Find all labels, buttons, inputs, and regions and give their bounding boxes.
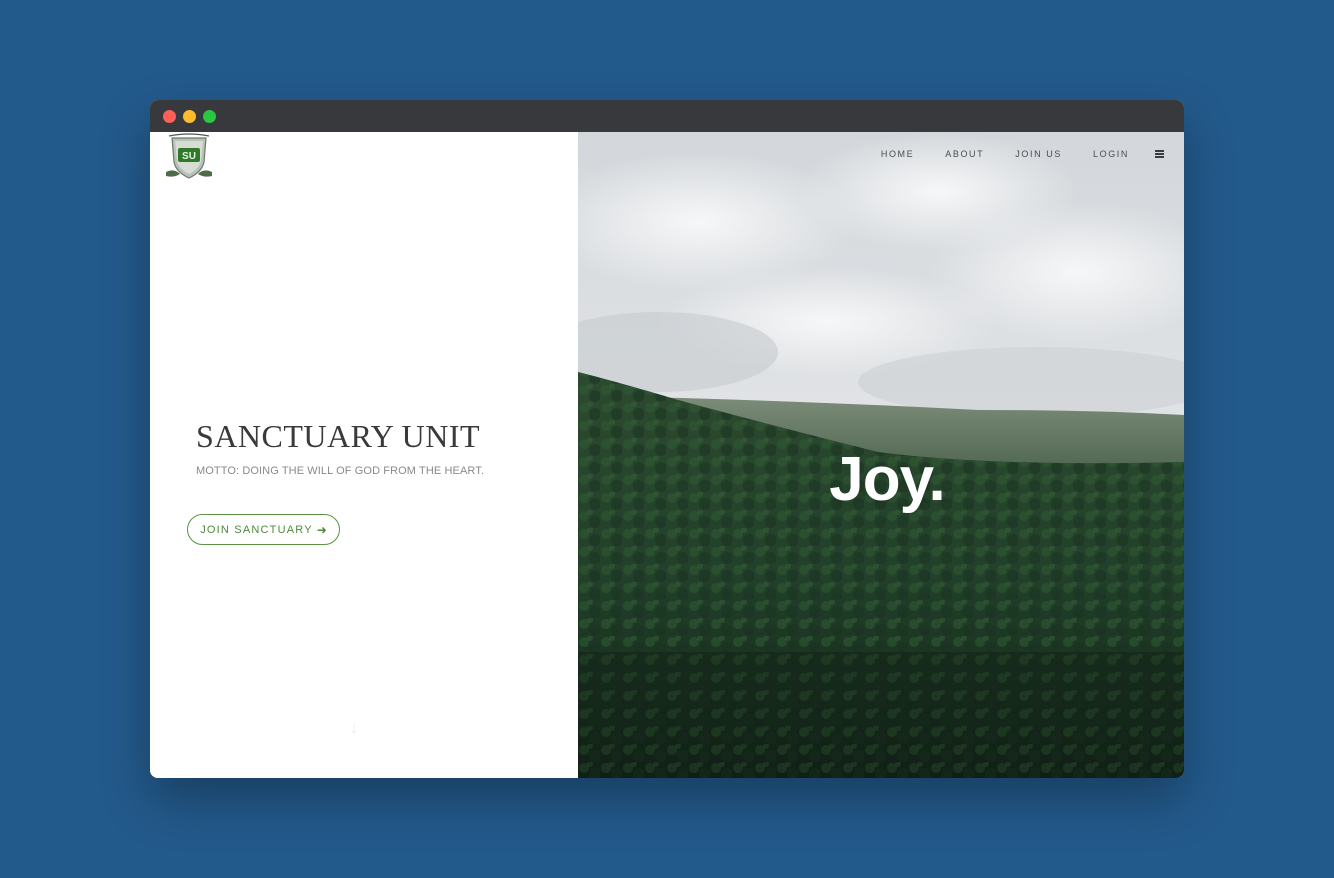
maximize-window-dot[interactable] (203, 110, 216, 123)
hero-left-pane: SU SANCTUARY UNIT MOTTO: DOING THE WILL … (150, 132, 578, 778)
sanctuary-logo[interactable]: SU (164, 132, 214, 182)
nav-link-join-us[interactable]: JOIN US (1015, 149, 1062, 159)
page-title: SANCTUARY UNIT (196, 418, 481, 454)
join-sanctuary-button[interactable]: JOIN SANCTUARY ➜ (187, 514, 340, 545)
nav-link-login[interactable]: LOGIN (1093, 149, 1129, 159)
arrow-right-icon: ➜ (316, 522, 327, 537)
logo-initials: SU (182, 151, 196, 162)
window-titlebar (150, 100, 1184, 132)
minimize-window-dot[interactable] (183, 110, 196, 123)
motto-text: MOTTO: DOING THE WILL OF GOD FROM THE HE… (196, 465, 484, 477)
hero-heading: Joy. (829, 445, 945, 514)
nav-link-about[interactable]: ABOUT (945, 149, 984, 159)
hamburger-menu-icon[interactable] (1155, 150, 1164, 158)
shield-crest-icon: SU (166, 133, 212, 179)
hero-image-pane: HOME ABOUT JOIN US LOGIN Joy. (578, 132, 1184, 778)
nav-link-home[interactable]: HOME (881, 149, 914, 159)
scroll-down-arrow-icon[interactable]: ↓ (347, 717, 361, 737)
page-content: SU SANCTUARY UNIT MOTTO: DOING THE WILL … (150, 132, 1184, 778)
top-navigation: HOME ABOUT JOIN US LOGIN (881, 148, 1164, 160)
join-sanctuary-label: JOIN SANCTUARY (200, 523, 313, 536)
close-window-dot[interactable] (163, 110, 176, 123)
browser-window: SU SANCTUARY UNIT MOTTO: DOING THE WILL … (150, 100, 1184, 778)
